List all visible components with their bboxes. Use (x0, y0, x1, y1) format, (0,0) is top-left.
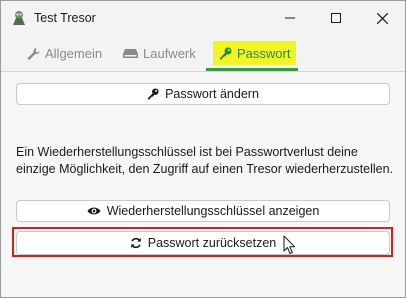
key-icon (148, 88, 159, 100)
key-icon (220, 47, 232, 59)
tab-passwort[interactable]: Passwort (213, 41, 297, 65)
mouse-cursor-icon (283, 235, 295, 254)
tab-laufwerk[interactable]: Laufwerk (123, 41, 196, 65)
title-bar: Test Tresor (1, 1, 405, 35)
tab-label: Laufwerk (143, 45, 196, 61)
drive-icon (123, 49, 138, 58)
wrench-icon (27, 47, 40, 60)
password-panel: Passwort ändern Ein Wiederherstellungssc… (1, 72, 405, 297)
maximize-icon (331, 13, 341, 23)
recovery-info-text: Ein Wiederherstellungsschlüssel ist bei … (16, 145, 394, 176)
eye-icon (87, 207, 101, 215)
show-recovery-key-label: Wiederherstellungsschlüssel anzeigen (106, 204, 320, 218)
reset-password-label: Passwort zurücksetzen (147, 236, 277, 250)
minimize-icon (285, 17, 295, 19)
sync-icon (130, 237, 141, 249)
maximize-button[interactable] (313, 1, 359, 35)
tab-bar: Allgemein Laufwerk Passwort (1, 35, 405, 72)
reset-password-button[interactable]: Passwort zurücksetzen (16, 231, 390, 255)
tab-allgemein[interactable]: Allgemein (27, 41, 102, 65)
change-password-button[interactable]: Passwort ändern (16, 83, 390, 105)
active-tab-indicator (206, 68, 298, 71)
close-button[interactable] (359, 1, 405, 35)
app-icon (11, 10, 27, 26)
change-password-label: Passwort ändern (165, 87, 259, 101)
window-title: Test Tresor (34, 11, 96, 25)
close-icon (376, 12, 388, 24)
tab-label: Allgemein (45, 45, 103, 61)
minimize-button[interactable] (267, 1, 313, 35)
tab-label: Passwort (237, 45, 291, 61)
app-window: Test Tresor Allgemein Laufwerk Passwort … (0, 0, 406, 298)
show-recovery-key-button[interactable]: Wiederherstellungsschlüssel anzeigen (16, 200, 390, 222)
